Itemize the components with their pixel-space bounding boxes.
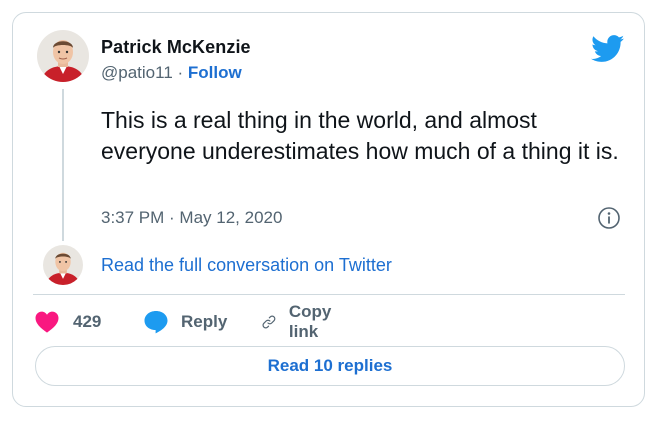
reply-bubble-icon bbox=[144, 311, 168, 334]
full-conversation-link[interactable]: Read the full conversation on Twitter bbox=[101, 255, 392, 276]
twitter-bird-icon[interactable] bbox=[591, 35, 625, 63]
like-button[interactable]: 429 bbox=[35, 309, 101, 335]
reply-button[interactable]: Reply bbox=[143, 309, 227, 335]
copy-link-label: Copy link bbox=[288, 302, 332, 341]
like-count: 429 bbox=[73, 312, 102, 331]
read-replies-label: Read 10 replies bbox=[267, 356, 393, 375]
author-handle-row: @patio11 · Follow bbox=[101, 63, 242, 83]
tweet-timestamp[interactable]: 3:37 PM · May 12, 2020 bbox=[101, 208, 282, 228]
tweet-embed-card: Patrick McKenzie @patio11 · Follow This … bbox=[12, 12, 645, 407]
info-icon[interactable] bbox=[597, 206, 621, 230]
divider bbox=[33, 294, 625, 295]
reply-label: Reply bbox=[181, 312, 228, 331]
heart-icon bbox=[35, 311, 59, 333]
link-icon bbox=[262, 315, 276, 329]
thread-avatar[interactable] bbox=[43, 245, 83, 285]
author-handle[interactable]: @patio11 bbox=[101, 63, 173, 82]
follow-link[interactable]: Follow bbox=[188, 63, 242, 82]
tweet-text: This is a real thing in the world, and a… bbox=[101, 107, 619, 164]
read-replies-button[interactable]: Read 10 replies bbox=[35, 346, 625, 386]
thread-line bbox=[62, 89, 64, 241]
author-name[interactable]: Patrick McKenzie bbox=[101, 37, 251, 58]
handle-separator: · bbox=[172, 63, 188, 82]
copy-link-button[interactable]: Copy link bbox=[261, 302, 340, 341]
author-avatar[interactable] bbox=[37, 30, 89, 82]
